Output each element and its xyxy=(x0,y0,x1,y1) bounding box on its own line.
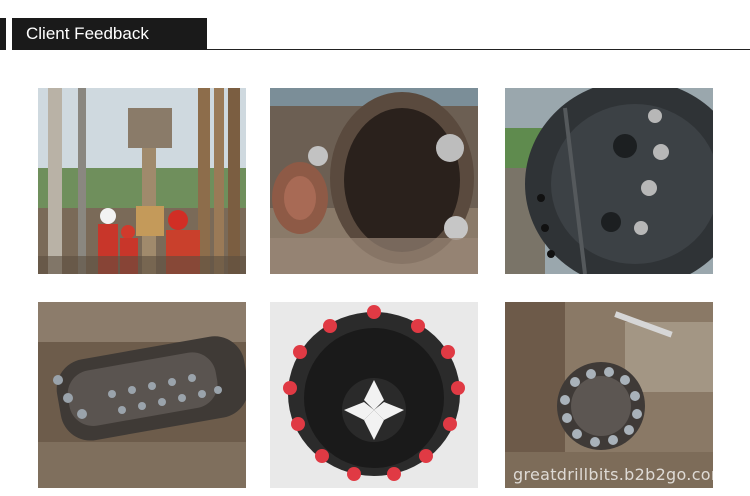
photo-casing-cutters[interactable] xyxy=(270,88,478,274)
photo-large-bit-plate[interactable] xyxy=(505,88,713,274)
photo-roller-cone-mud[interactable] xyxy=(38,302,246,488)
photo-tricone-on-ground[interactable] xyxy=(505,302,713,488)
photo-product-render-bit[interactable] xyxy=(270,302,478,488)
feedback-gallery: greatdrillbits.b2b2go.com xyxy=(0,0,750,496)
photo-drilling-rig-workers[interactable] xyxy=(38,88,246,274)
watermark-text: greatdrillbits.b2b2go.com xyxy=(513,465,727,484)
